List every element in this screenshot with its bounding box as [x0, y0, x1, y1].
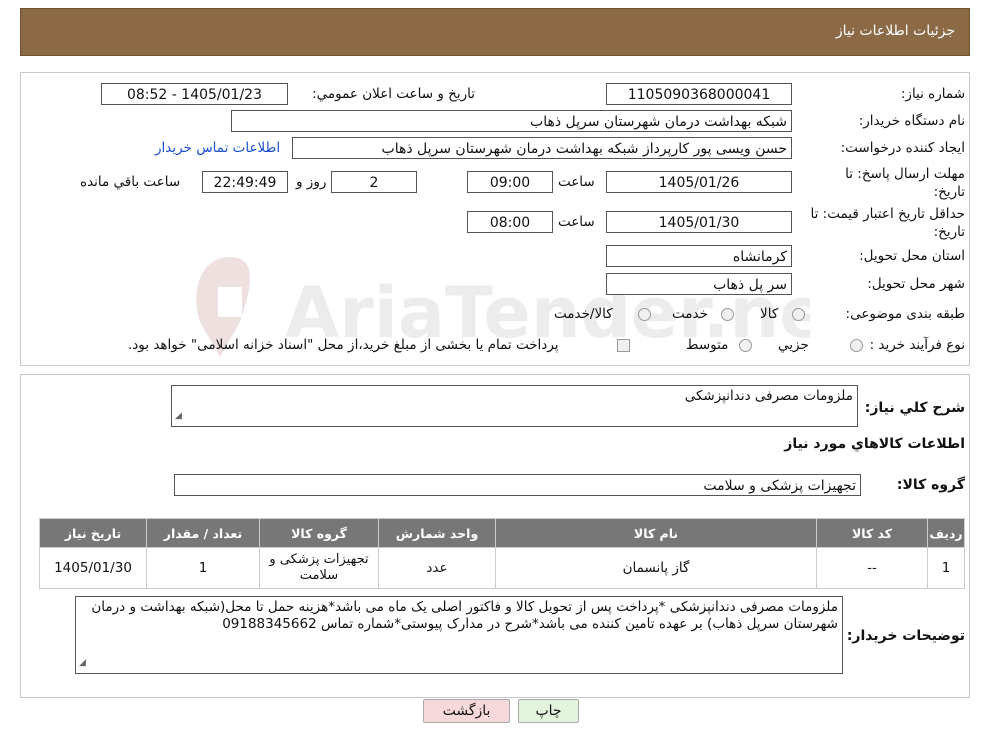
cell-group: تجهیزات پزشکی و سلامت: [259, 547, 379, 589]
col-code: کد کالا: [816, 518, 928, 548]
category-label: طبقه بندی موضوعی:: [845, 306, 965, 322]
page-title: جزئیات اطلاعات نیاز: [835, 23, 955, 39]
category-both-radio[interactable]: [638, 308, 651, 321]
validity-label: حداقل تاریخ اعتبار قیمت: تا تاریخ:: [810, 206, 965, 240]
requester-field: حسن ویسی پور کارپرداز شبکه بهداشت درمان …: [292, 137, 792, 159]
goods-group-label: گروه کالا:: [896, 477, 965, 493]
cell-code: --: [816, 547, 928, 589]
summary-field: ملزومات مصرفی دندانپزشکی ◢: [171, 385, 858, 427]
process-minor-radio[interactable]: [850, 339, 863, 352]
col-name: نام کالا: [495, 518, 817, 548]
cell-row: 1: [927, 547, 965, 589]
page-header: جزئیات اطلاعات نیاز: [20, 8, 970, 56]
col-date: تاریخ نیاز: [39, 518, 147, 548]
announce-field: 1405/01/23 - 08:52: [101, 83, 288, 105]
back-button[interactable]: بازگشت: [423, 699, 510, 723]
process-minor-label: جزيي: [778, 337, 809, 353]
category-goods-radio[interactable]: [792, 308, 805, 321]
province-label: استان محل تحویل:: [859, 248, 965, 264]
table-row: 1 -- گاز پانسمان عدد تجهیزات پزشکی و سلا…: [39, 547, 965, 589]
requester-label: ایجاد کننده درخواست:: [840, 140, 965, 156]
days-field: 2: [331, 171, 417, 193]
validity-time-label: ساعت: [558, 214, 595, 230]
category-goods-label: کالا: [760, 306, 779, 322]
buyer-contact-link[interactable]: اطلاعات تماس خریدار: [155, 140, 280, 156]
col-unit: واحد شمارش: [378, 518, 496, 548]
validity-time-field: 08:00: [467, 211, 553, 233]
cell-name: گاز پانسمان: [495, 547, 817, 589]
resize-grip-icon[interactable]: ◢: [175, 408, 182, 425]
summary-text: ملزومات مصرفی دندانپزشکی: [684, 388, 853, 404]
buyer-notes-text: ملزومات مصرفی دندانپزشکی *پرداخت پس از ت…: [91, 599, 838, 632]
buyer-notes-label: توضیحات خریدار:: [846, 628, 965, 644]
category-both-label: کالا/خدمت: [554, 306, 613, 322]
goods-table-header: ردیف کد کالا نام کالا واحد شمارش گروه کا…: [39, 518, 965, 548]
remaining-time-field: 22:49:49: [202, 171, 288, 193]
print-button[interactable]: چاپ: [518, 699, 579, 723]
province-field: کرمانشاه: [606, 245, 792, 267]
col-group: گروه کالا: [259, 518, 379, 548]
goods-table: ردیف کد کالا نام کالا واحد شمارش گروه کا…: [39, 518, 965, 589]
summary-label: شرح کلي نیاز:: [864, 400, 965, 416]
resize-grip-icon[interactable]: ◢: [79, 655, 86, 672]
process-label: نوع فرآیند خرید :: [869, 337, 965, 353]
cell-date: 1405/01/30: [39, 547, 147, 589]
city-label: شهر محل تحویل:: [867, 276, 965, 292]
process-medium-radio[interactable]: [739, 339, 752, 352]
col-qty: تعداد / مقدار: [146, 518, 260, 548]
city-field: سر پل ذهاب: [606, 273, 792, 295]
treasury-note: پرداخت تمام یا بخشی از مبلغ خرید،از محل …: [128, 337, 559, 353]
buyer-notes-field: ملزومات مصرفی دندانپزشکی *پرداخت پس از ت…: [75, 596, 843, 674]
category-service-label: خدمت: [672, 306, 708, 322]
cell-qty: 1: [146, 547, 260, 589]
deadline-time-field: 09:00: [467, 171, 553, 193]
validity-date-field: 1405/01/30: [606, 211, 792, 233]
process-medium-label: متوسط: [686, 337, 729, 353]
cell-unit: عدد: [378, 547, 496, 589]
treasury-checkbox[interactable]: [617, 339, 630, 352]
remaining-label: ساعت باقي مانده: [80, 174, 181, 190]
category-service-radio[interactable]: [721, 308, 734, 321]
need-number-label: شماره نیاز:: [900, 86, 965, 102]
need-number-field: 1105090368000041: [606, 83, 792, 105]
goods-group-field: تجهیزات پزشکی و سلامت: [174, 474, 861, 496]
col-row: ردیف: [927, 518, 965, 548]
buyer-label: نام دستگاه خریدار:: [858, 113, 965, 129]
days-label: روز و: [296, 174, 327, 190]
buyer-field: شبکه بهداشت درمان شهرستان سرپل ذهاب: [231, 110, 792, 132]
goods-info-title: اطلاعات کالاهاي مورد نیاز: [784, 436, 965, 452]
deadline-label: مهلت ارسال پاسخ: تا تاریخ:: [845, 166, 965, 200]
deadline-time-label: ساعت: [558, 174, 595, 190]
announce-label: تاریخ و ساعت اعلان عمومي:: [312, 86, 475, 102]
deadline-date-field: 1405/01/26: [606, 171, 792, 193]
